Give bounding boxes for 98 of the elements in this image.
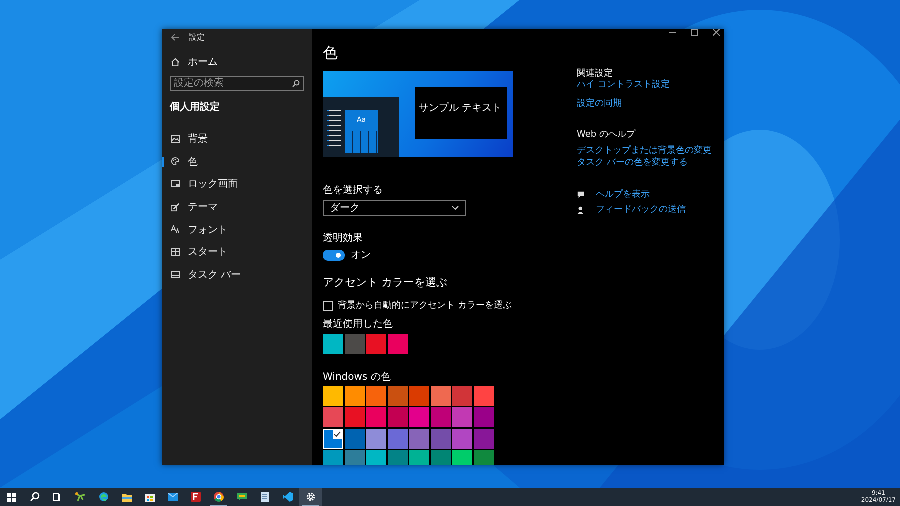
search-icon xyxy=(30,492,40,502)
chat-help-icon xyxy=(577,190,586,200)
section-heading: 関連設定 xyxy=(577,68,614,79)
code-editor-icon xyxy=(282,492,292,502)
chat-icon xyxy=(236,492,246,502)
palette-icon xyxy=(171,157,180,166)
color-swatch[interactable] xyxy=(474,407,494,427)
color-swatch[interactable] xyxy=(366,334,386,354)
settings-icon xyxy=(306,492,316,502)
windows-icon xyxy=(7,492,16,502)
color-swatch[interactable] xyxy=(409,386,429,406)
color-swatch[interactable] xyxy=(430,450,450,465)
section-heading: 個人用設定 xyxy=(168,100,221,113)
search-icon xyxy=(292,80,300,88)
color-swatch[interactable] xyxy=(323,450,343,465)
plant-icon xyxy=(75,492,86,502)
link[interactable]: ハイ コントラスト設定 xyxy=(577,79,724,91)
color-swatch[interactable] xyxy=(388,428,408,448)
image-icon xyxy=(171,135,180,144)
close-icon xyxy=(712,29,720,36)
sidebar-item[interactable]: ロック画面 xyxy=(162,173,312,196)
color-swatch[interactable] xyxy=(452,386,472,406)
sidebar-item[interactable]: タスク バー xyxy=(162,264,312,286)
color-swatch[interactable] xyxy=(323,407,343,427)
color-swatch[interactable] xyxy=(323,334,343,354)
color-swatch[interactable] xyxy=(344,407,364,427)
color-swatch[interactable] xyxy=(430,407,450,427)
folder-icon xyxy=(122,492,132,502)
task-view-icon xyxy=(53,492,62,502)
search-field[interactable]: 設定の検索 xyxy=(170,76,304,91)
link[interactable]: 設定の同期 xyxy=(577,98,724,110)
color-swatch[interactable] xyxy=(388,450,408,465)
shopping-bag-icon xyxy=(144,492,154,502)
mode-dropdown[interactable]: ダーク xyxy=(323,200,466,216)
color-swatch[interactable] xyxy=(452,450,472,465)
color-swatch[interactable] xyxy=(409,428,429,448)
color-swatch[interactable] xyxy=(344,386,364,406)
browser-icon xyxy=(214,492,224,502)
color-swatch[interactable] xyxy=(409,407,429,427)
checkbox-label: 背景から自動的にアクセント カラーを選ぶ xyxy=(338,300,512,312)
sidebar-item[interactable]: フォント xyxy=(162,218,312,241)
color-swatch[interactable] xyxy=(430,428,450,448)
color-swatch[interactable] xyxy=(323,386,343,406)
color-swatch[interactable] xyxy=(323,428,343,448)
color-swatch[interactable] xyxy=(366,386,386,406)
color-swatch[interactable] xyxy=(366,428,386,448)
link[interactable]: フィードバックの送信 xyxy=(596,204,686,216)
envelope-icon xyxy=(168,493,178,501)
grid-icon xyxy=(171,248,180,256)
monitor-icon xyxy=(171,180,180,188)
link[interactable]: タスク バーの色を変更する xyxy=(577,157,724,169)
color-swatch[interactable] xyxy=(344,428,364,448)
color-swatch[interactable] xyxy=(388,334,408,354)
chevron-icon xyxy=(452,206,459,210)
home-link[interactable]: ホーム xyxy=(162,45,312,69)
color-swatch[interactable] xyxy=(344,450,364,465)
notepad-icon xyxy=(260,492,268,502)
home-icon xyxy=(171,58,180,66)
toggle-state: オン xyxy=(351,249,371,262)
field-label: 透明効果 xyxy=(323,233,364,245)
color-swatch[interactable] xyxy=(452,407,472,427)
section-heading: Web のヘルプ xyxy=(577,128,637,140)
back-icon[interactable] xyxy=(171,34,179,40)
brush-icon xyxy=(171,202,180,212)
link[interactable]: ヘルプを表示 xyxy=(596,189,650,201)
color-swatch[interactable] xyxy=(430,386,450,406)
color-swatch[interactable] xyxy=(452,428,472,448)
person-icon xyxy=(577,206,586,214)
ftp-app-icon xyxy=(190,492,200,502)
field-label: 色を選択する xyxy=(323,185,384,197)
color-swatch[interactable] xyxy=(344,334,364,354)
color-swatch[interactable] xyxy=(366,450,386,465)
color-swatch[interactable] xyxy=(366,407,386,427)
color-swatch[interactable] xyxy=(409,450,429,465)
taskbar-icon xyxy=(171,271,180,278)
color-swatch[interactable] xyxy=(474,450,494,465)
color-swatch[interactable] xyxy=(388,407,408,427)
sidebar-item[interactable]: 色 xyxy=(162,150,312,174)
sample-text: サンプル テキスト xyxy=(419,103,502,115)
maximize-icon xyxy=(690,29,698,36)
field-label: 最近使用した色 xyxy=(323,319,394,331)
transparency-toggle[interactable] xyxy=(323,250,345,260)
field-label: Windows の色 xyxy=(323,372,392,384)
checkbox[interactable] xyxy=(323,300,333,310)
sidebar-item[interactable]: 背景 xyxy=(162,128,312,151)
color-swatch[interactable] xyxy=(388,386,408,406)
taskbar-button[interactable] xyxy=(299,488,322,506)
page-heading: 色 xyxy=(323,44,339,62)
section-heading: アクセント カラーを選ぶ xyxy=(323,276,448,290)
window-title: 設定 xyxy=(189,32,205,42)
font-icon xyxy=(171,225,180,234)
link[interactable]: デスクトップまたは背景色の変更 xyxy=(577,145,724,157)
minimize-icon xyxy=(668,29,676,36)
sidebar-item[interactable]: スタート xyxy=(162,240,312,264)
sidebar-item[interactable]: テーマ xyxy=(162,196,312,218)
color-swatch[interactable] xyxy=(474,428,494,448)
edge-icon xyxy=(98,492,108,502)
color-swatch[interactable] xyxy=(474,386,494,406)
